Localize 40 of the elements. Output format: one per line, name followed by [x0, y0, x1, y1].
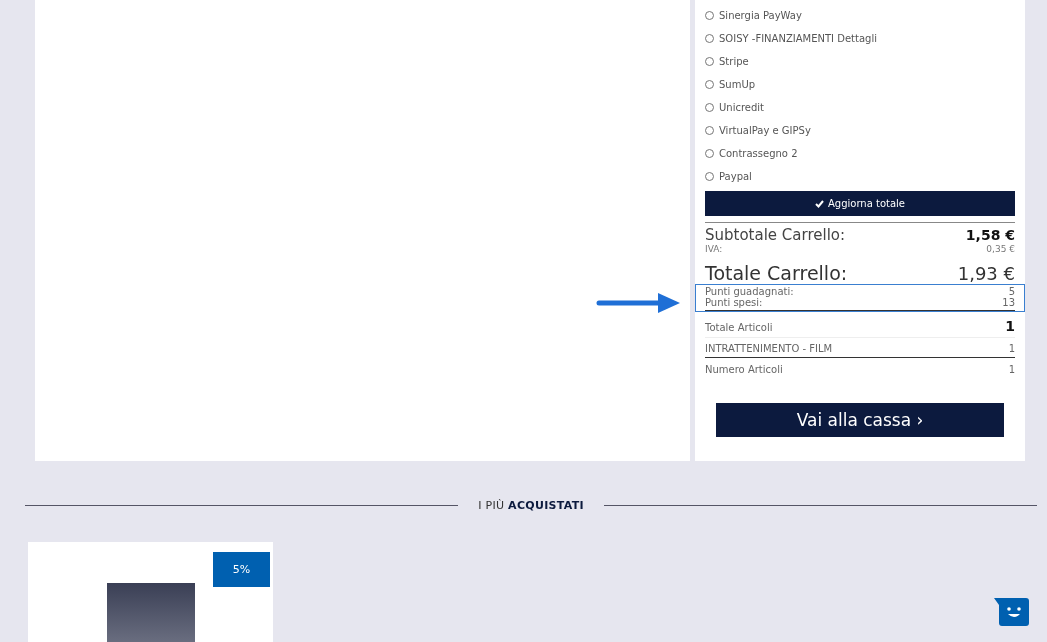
- checkout-button[interactable]: Vai alla cassa ›: [716, 403, 1004, 437]
- summary-value: 1: [1008, 343, 1015, 354]
- check-icon: [815, 199, 824, 208]
- radio-button[interactable]: [705, 11, 714, 20]
- summary-label: IVA:: [705, 244, 723, 254]
- discount-badge: 5%: [213, 552, 270, 587]
- summary-value: 0,35 €: [986, 244, 1015, 254]
- radio-button[interactable]: [705, 34, 714, 43]
- arrow-icon: [596, 292, 682, 314]
- payment-option[interactable]: Contrassegno 2: [705, 142, 1015, 165]
- summary-value: 5: [1008, 286, 1015, 297]
- summary-label: Totale Carrello:: [705, 262, 848, 284]
- payment-option[interactable]: Unicredit: [705, 96, 1015, 119]
- radio-button[interactable]: [705, 149, 714, 158]
- payment-option[interactable]: SOISY -FINANZIAMENTI Dettagli: [705, 27, 1015, 50]
- summary-value: 1,93 €: [957, 263, 1015, 284]
- summary-label: Subtotale Carrello:: [705, 226, 846, 244]
- radio-button[interactable]: [705, 80, 714, 89]
- payment-option[interactable]: Sinergia PayWay: [705, 4, 1015, 27]
- payment-option[interactable]: VirtualPay e GIPSy: [705, 119, 1015, 142]
- product-card[interactable]: 5%: [28, 542, 273, 642]
- summary-value: 1: [1005, 318, 1015, 334]
- summary-value: 13: [1002, 297, 1015, 308]
- summary-label: Punti spesi:: [705, 297, 763, 308]
- chat-icon[interactable]: [992, 597, 1030, 627]
- summary-label: Punti guadagnati:: [705, 286, 794, 297]
- payment-option[interactable]: Paypal: [705, 165, 1015, 188]
- summary-value: 1: [1008, 364, 1015, 375]
- section-title: I PIÙ ACQUISTATI: [478, 499, 584, 512]
- radio-button[interactable]: [705, 172, 714, 181]
- summary-label: INTRATTENIMENTO - FILM: [705, 343, 833, 354]
- payment-option[interactable]: Stripe: [705, 50, 1015, 73]
- radio-button[interactable]: [705, 57, 714, 66]
- update-total-button[interactable]: Aggiorna totale: [705, 191, 1015, 216]
- summary-value: 1,58 €: [965, 227, 1015, 243]
- radio-button[interactable]: [705, 126, 714, 135]
- summary-label: Numero Articoli: [705, 364, 783, 375]
- radio-button[interactable]: [705, 103, 714, 112]
- summary-label: Totale Articoli: [705, 322, 773, 333]
- payment-option[interactable]: SumUp: [705, 73, 1015, 96]
